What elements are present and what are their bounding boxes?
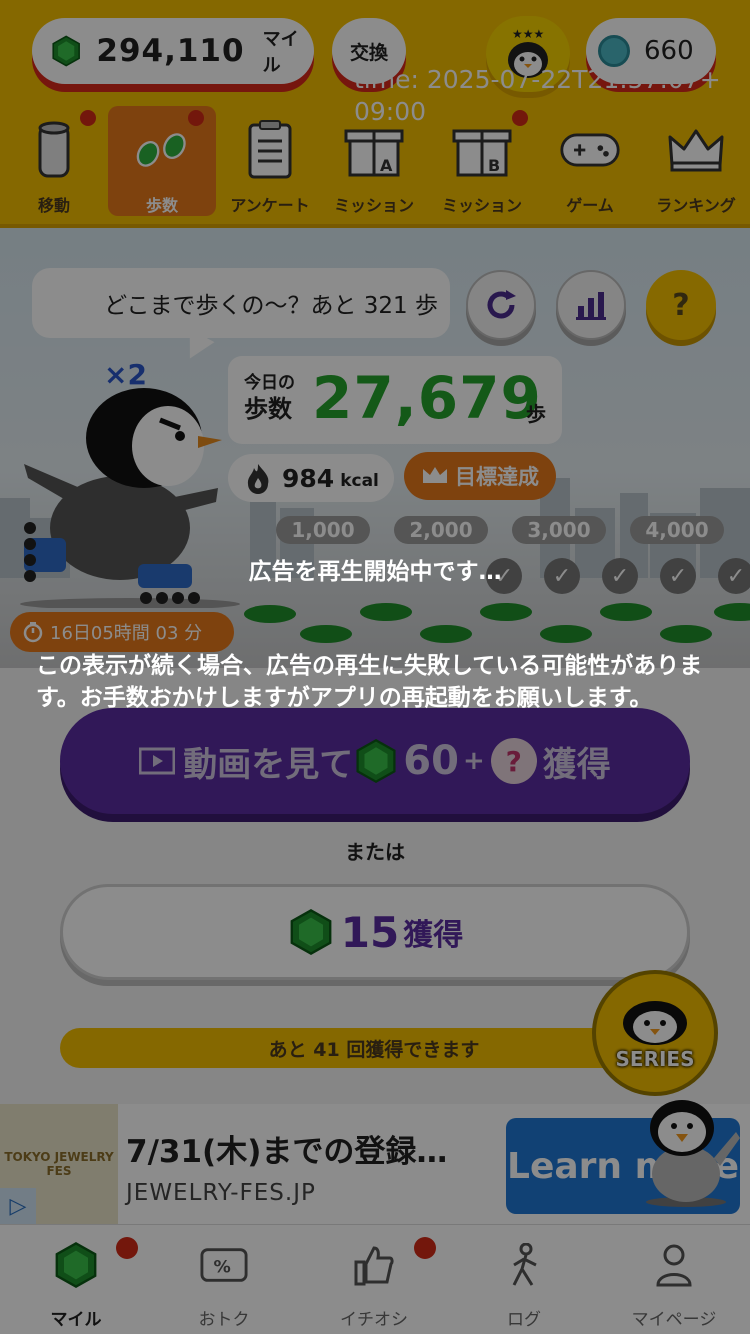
loading-overlay: 広告を再生開始中です… この表示が続く場合、広告の再生に失敗している可能性があり…: [0, 0, 750, 1334]
ad-failure-message: この表示が続く場合、広告の再生に失敗している可能性があります。お手数おかけします…: [36, 653, 703, 711]
ad-loading-text: 広告を再生開始中です…: [248, 559, 502, 585]
